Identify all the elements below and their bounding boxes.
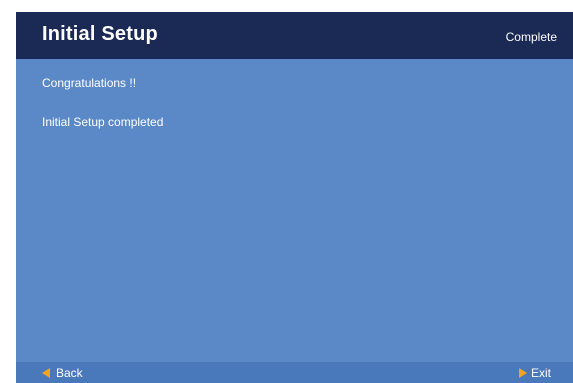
triangle-left-icon [42,368,50,378]
triangle-right-icon [518,368,527,378]
back-button[interactable]: Back [42,366,83,380]
content-area: Congratulations !! Initial Setup complet… [42,76,553,129]
header-bar: Initial Setup Complete [16,12,573,59]
setup-screen: Initial Setup Complete Congratulations !… [16,12,573,383]
page-title: Initial Setup [42,23,158,45]
exit-label: Exit [530,366,551,380]
exit-button[interactable]: Exit [518,366,551,380]
congratulations-text: Congratulations !! [42,76,137,90]
back-label: Back [56,366,83,380]
footer-bar: Back Exit [16,362,573,383]
completion-message: Initial Setup completed [42,115,164,129]
step-indicator: Complete [505,30,557,44]
